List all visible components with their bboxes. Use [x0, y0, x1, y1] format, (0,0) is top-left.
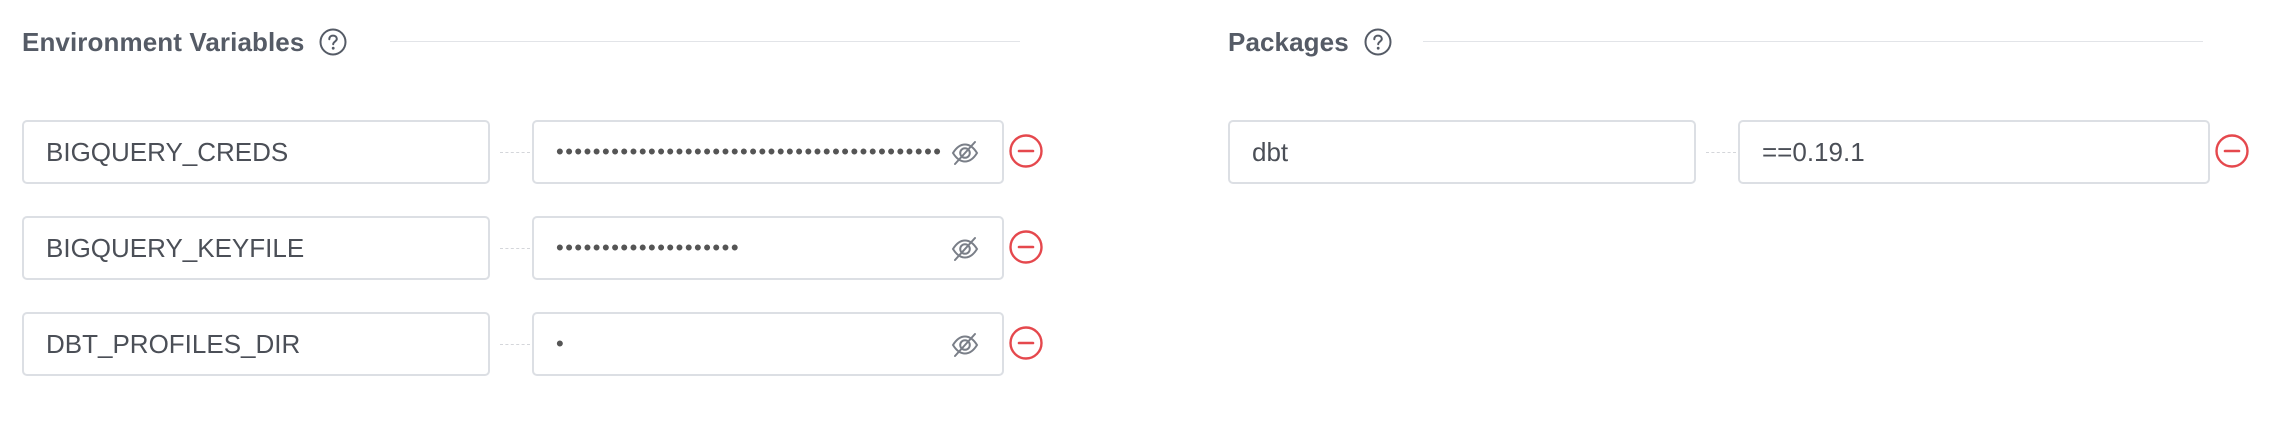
eye-slash-icon[interactable] [950, 234, 980, 264]
environment-variables-title: Environment Variables [22, 26, 305, 57]
env-var-name-field[interactable]: BIGQUERY_KEYFILE [22, 216, 490, 280]
env-var-value-field[interactable]: •••••••••••••••••••• [532, 216, 1004, 280]
package-version-field[interactable]: ==0.19.1 [1738, 120, 2210, 184]
help-icon[interactable] [1363, 27, 1393, 57]
env-var-masked-value: • [556, 331, 566, 356]
packages-header: Packages [1228, 22, 1393, 62]
package-version: ==0.19.1 [1762, 136, 1865, 167]
env-var-masked-value: •••••••••••••••••••• [556, 235, 741, 260]
remove-package-button[interactable] [2214, 133, 2250, 169]
env-var-name-field[interactable]: DBT_PROFILES_DIR [22, 312, 490, 376]
row-connector [500, 248, 530, 249]
eye-slash-icon[interactable] [950, 330, 980, 360]
remove-env-var-button[interactable] [1008, 133, 1044, 169]
package-name-field[interactable]: dbt [1228, 120, 1696, 184]
env-var-value-field[interactable]: ••••••••••••••••••••••••••••••••••••••••… [532, 120, 1004, 184]
env-var-name: BIGQUERY_KEYFILE [46, 232, 305, 263]
env-var-value-field[interactable]: • [532, 312, 1004, 376]
header-divider [1423, 41, 2203, 42]
package-name: dbt [1252, 136, 1289, 167]
remove-env-var-button[interactable] [1008, 325, 1044, 361]
env-var-name: DBT_PROFILES_DIR [46, 328, 301, 359]
remove-env-var-button[interactable] [1008, 229, 1044, 265]
help-icon[interactable] [318, 27, 348, 57]
row-connector [500, 344, 530, 345]
eye-slash-icon[interactable] [950, 138, 980, 168]
environment-variables-header: Environment Variables [22, 22, 348, 62]
env-var-masked-value: ••••••••••••••••••••••••••••••••••••••••… [556, 139, 943, 164]
env-var-name: BIGQUERY_CREDS [46, 136, 289, 167]
header-divider [390, 41, 1020, 42]
env-var-name-field[interactable]: BIGQUERY_CREDS [22, 120, 490, 184]
row-connector [500, 152, 530, 153]
row-connector [1706, 152, 1736, 153]
packages-title: Packages [1228, 26, 1349, 57]
